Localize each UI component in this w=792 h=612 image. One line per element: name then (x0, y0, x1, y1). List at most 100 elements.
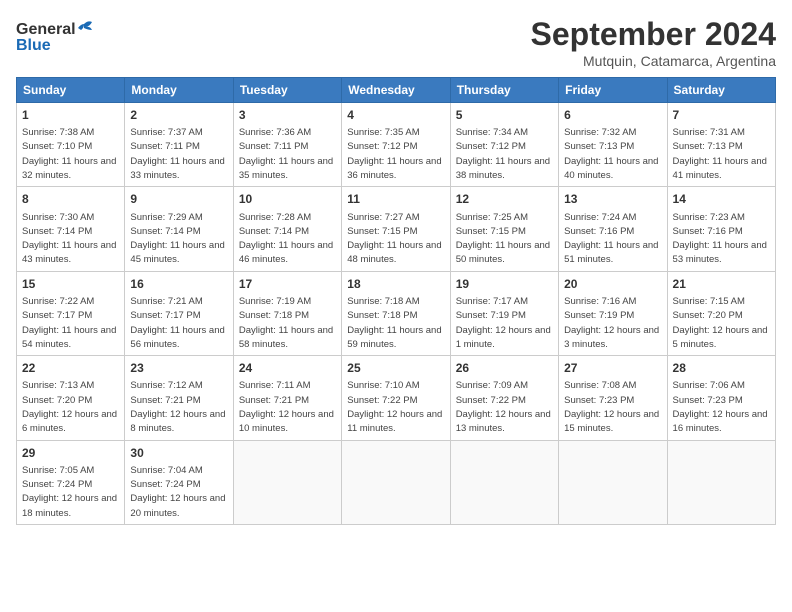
calendar-day-cell: 17 Sunrise: 7:19 AMSunset: 7:18 PMDaylig… (233, 271, 341, 355)
svg-text:General: General (16, 21, 76, 38)
day-number: 1 (22, 107, 119, 123)
calendar-week-row: 22 Sunrise: 7:13 AMSunset: 7:20 PMDaylig… (17, 356, 776, 440)
day-number: 27 (564, 360, 661, 376)
day-info: Sunrise: 7:35 AMSunset: 7:12 PMDaylight:… (347, 127, 441, 181)
calendar-day-cell: 20 Sunrise: 7:16 AMSunset: 7:19 PMDaylig… (559, 271, 667, 355)
day-info: Sunrise: 7:24 AMSunset: 7:16 PMDaylight:… (564, 212, 658, 266)
day-info: Sunrise: 7:18 AMSunset: 7:18 PMDaylight:… (347, 296, 441, 350)
day-info: Sunrise: 7:28 AMSunset: 7:14 PMDaylight:… (239, 212, 333, 266)
day-info: Sunrise: 7:32 AMSunset: 7:13 PMDaylight:… (564, 127, 658, 181)
calendar-day-cell: 16 Sunrise: 7:21 AMSunset: 7:17 PMDaylig… (125, 271, 233, 355)
day-info: Sunrise: 7:31 AMSunset: 7:13 PMDaylight:… (673, 127, 767, 181)
day-number: 2 (130, 107, 227, 123)
calendar-day-cell: 21 Sunrise: 7:15 AMSunset: 7:20 PMDaylig… (667, 271, 775, 355)
calendar-week-row: 15 Sunrise: 7:22 AMSunset: 7:17 PMDaylig… (17, 271, 776, 355)
day-of-week-header: Thursday (450, 78, 558, 103)
logo: General Blue (16, 16, 96, 61)
day-info: Sunrise: 7:13 AMSunset: 7:20 PMDaylight:… (22, 380, 117, 434)
day-number: 19 (456, 276, 553, 292)
day-number: 9 (130, 191, 227, 207)
day-number: 16 (130, 276, 227, 292)
day-number: 4 (347, 107, 444, 123)
day-info: Sunrise: 7:22 AMSunset: 7:17 PMDaylight:… (22, 296, 116, 350)
day-number: 5 (456, 107, 553, 123)
day-info: Sunrise: 7:04 AMSunset: 7:24 PMDaylight:… (130, 465, 225, 519)
day-number: 6 (564, 107, 661, 123)
calendar-day-cell (342, 440, 450, 524)
calendar-day-cell (233, 440, 341, 524)
day-number: 28 (673, 360, 770, 376)
day-info: Sunrise: 7:16 AMSunset: 7:19 PMDaylight:… (564, 296, 659, 350)
calendar-week-row: 1 Sunrise: 7:38 AMSunset: 7:10 PMDayligh… (17, 103, 776, 187)
calendar-day-cell: 30 Sunrise: 7:04 AMSunset: 7:24 PMDaylig… (125, 440, 233, 524)
day-info: Sunrise: 7:23 AMSunset: 7:16 PMDaylight:… (673, 212, 767, 266)
calendar-day-cell: 25 Sunrise: 7:10 AMSunset: 7:22 PMDaylig… (342, 356, 450, 440)
calendar-day-cell: 29 Sunrise: 7:05 AMSunset: 7:24 PMDaylig… (17, 440, 125, 524)
day-number: 7 (673, 107, 770, 123)
calendar-day-cell: 19 Sunrise: 7:17 AMSunset: 7:19 PMDaylig… (450, 271, 558, 355)
calendar-day-cell: 24 Sunrise: 7:11 AMSunset: 7:21 PMDaylig… (233, 356, 341, 440)
day-info: Sunrise: 7:38 AMSunset: 7:10 PMDaylight:… (22, 127, 116, 181)
day-of-week-header: Wednesday (342, 78, 450, 103)
calendar-day-cell: 18 Sunrise: 7:18 AMSunset: 7:18 PMDaylig… (342, 271, 450, 355)
calendar-day-cell: 6 Sunrise: 7:32 AMSunset: 7:13 PMDayligh… (559, 103, 667, 187)
day-info: Sunrise: 7:19 AMSunset: 7:18 PMDaylight:… (239, 296, 333, 350)
day-info: Sunrise: 7:30 AMSunset: 7:14 PMDaylight:… (22, 212, 116, 266)
day-info: Sunrise: 7:15 AMSunset: 7:20 PMDaylight:… (673, 296, 768, 350)
day-info: Sunrise: 7:10 AMSunset: 7:22 PMDaylight:… (347, 380, 442, 434)
day-number: 11 (347, 191, 444, 207)
day-info: Sunrise: 7:29 AMSunset: 7:14 PMDaylight:… (130, 212, 224, 266)
day-number: 26 (456, 360, 553, 376)
day-number: 29 (22, 445, 119, 461)
day-number: 10 (239, 191, 336, 207)
day-number: 22 (22, 360, 119, 376)
calendar-day-cell: 7 Sunrise: 7:31 AMSunset: 7:13 PMDayligh… (667, 103, 775, 187)
day-info: Sunrise: 7:36 AMSunset: 7:11 PMDaylight:… (239, 127, 333, 181)
day-info: Sunrise: 7:08 AMSunset: 7:23 PMDaylight:… (564, 380, 659, 434)
calendar-day-cell: 2 Sunrise: 7:37 AMSunset: 7:11 PMDayligh… (125, 103, 233, 187)
svg-text:Blue: Blue (16, 37, 51, 54)
calendar-day-cell (667, 440, 775, 524)
calendar-day-cell: 23 Sunrise: 7:12 AMSunset: 7:21 PMDaylig… (125, 356, 233, 440)
calendar-day-cell: 11 Sunrise: 7:27 AMSunset: 7:15 PMDaylig… (342, 187, 450, 271)
day-number: 25 (347, 360, 444, 376)
day-number: 21 (673, 276, 770, 292)
day-number: 17 (239, 276, 336, 292)
calendar-header-row: SundayMondayTuesdayWednesdayThursdayFrid… (17, 78, 776, 103)
day-number: 14 (673, 191, 770, 207)
calendar-day-cell: 4 Sunrise: 7:35 AMSunset: 7:12 PMDayligh… (342, 103, 450, 187)
calendar-day-cell: 22 Sunrise: 7:13 AMSunset: 7:20 PMDaylig… (17, 356, 125, 440)
day-number: 8 (22, 191, 119, 207)
day-info: Sunrise: 7:11 AMSunset: 7:21 PMDaylight:… (239, 380, 334, 434)
calendar-day-cell: 14 Sunrise: 7:23 AMSunset: 7:16 PMDaylig… (667, 187, 775, 271)
day-number: 24 (239, 360, 336, 376)
day-info: Sunrise: 7:06 AMSunset: 7:23 PMDaylight:… (673, 380, 768, 434)
day-info: Sunrise: 7:17 AMSunset: 7:19 PMDaylight:… (456, 296, 551, 350)
day-info: Sunrise: 7:37 AMSunset: 7:11 PMDaylight:… (130, 127, 224, 181)
calendar-day-cell: 9 Sunrise: 7:29 AMSunset: 7:14 PMDayligh… (125, 187, 233, 271)
calendar-day-cell: 5 Sunrise: 7:34 AMSunset: 7:12 PMDayligh… (450, 103, 558, 187)
day-info: Sunrise: 7:27 AMSunset: 7:15 PMDaylight:… (347, 212, 441, 266)
calendar-day-cell: 1 Sunrise: 7:38 AMSunset: 7:10 PMDayligh… (17, 103, 125, 187)
calendar-day-cell (559, 440, 667, 524)
day-number: 15 (22, 276, 119, 292)
day-number: 23 (130, 360, 227, 376)
calendar-day-cell: 26 Sunrise: 7:09 AMSunset: 7:22 PMDaylig… (450, 356, 558, 440)
day-number: 20 (564, 276, 661, 292)
calendar-week-row: 29 Sunrise: 7:05 AMSunset: 7:24 PMDaylig… (17, 440, 776, 524)
calendar-week-row: 8 Sunrise: 7:30 AMSunset: 7:14 PMDayligh… (17, 187, 776, 271)
location-subtitle: Mutquin, Catamarca, Argentina (531, 53, 776, 69)
logo-text: General Blue (16, 16, 96, 61)
day-info: Sunrise: 7:12 AMSunset: 7:21 PMDaylight:… (130, 380, 225, 434)
day-info: Sunrise: 7:25 AMSunset: 7:15 PMDaylight:… (456, 212, 550, 266)
calendar-table: SundayMondayTuesdayWednesdayThursdayFrid… (16, 77, 776, 525)
calendar-day-cell: 8 Sunrise: 7:30 AMSunset: 7:14 PMDayligh… (17, 187, 125, 271)
calendar-day-cell: 10 Sunrise: 7:28 AMSunset: 7:14 PMDaylig… (233, 187, 341, 271)
calendar-day-cell (450, 440, 558, 524)
day-of-week-header: Monday (125, 78, 233, 103)
calendar-day-cell: 13 Sunrise: 7:24 AMSunset: 7:16 PMDaylig… (559, 187, 667, 271)
day-of-week-header: Saturday (667, 78, 775, 103)
day-of-week-header: Sunday (17, 78, 125, 103)
day-info: Sunrise: 7:05 AMSunset: 7:24 PMDaylight:… (22, 465, 117, 519)
page-header: General Blue September 2024 Mutquin, Cat… (16, 16, 776, 69)
